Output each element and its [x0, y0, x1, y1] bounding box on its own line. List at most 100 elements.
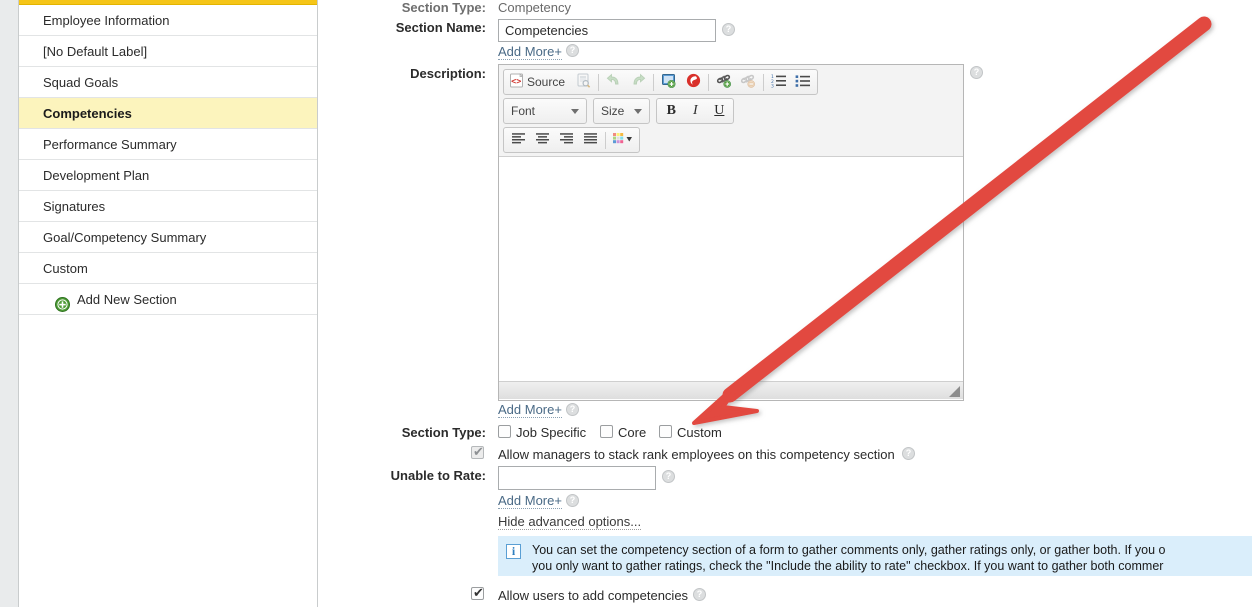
section-type-checkbox-label: Section Type:: [401, 425, 486, 440]
checkmark-icon: ✔: [473, 444, 484, 459]
help-circle-icon[interactable]: ?: [970, 66, 983, 79]
toolbar-separator: [605, 131, 606, 149]
checkbox-core[interactable]: [600, 425, 613, 438]
unlink-button[interactable]: [736, 71, 760, 93]
bold-button[interactable]: B: [659, 100, 683, 122]
section-name-add-more-link[interactable]: Add More+: [498, 44, 562, 60]
info-icon: i: [506, 544, 521, 559]
toolbar-separator: [708, 73, 710, 91]
underline-button[interactable]: U: [707, 100, 731, 122]
hide-advanced-options-link[interactable]: Hide advanced options...: [498, 514, 642, 530]
source-button[interactable]: <> Source: [506, 71, 571, 93]
sidebar-item-label: [No Default Label]: [43, 44, 148, 59]
sidebar-item-label: Competencies: [43, 106, 132, 121]
help-circle-icon[interactable]: ?: [662, 470, 675, 483]
description-rich-text-editor[interactable]: <> Source 1 2 3 Font Size B I U: [498, 64, 964, 401]
editor-toolbar-row-3: [503, 127, 959, 153]
unable-to-rate-input[interactable]: [498, 466, 656, 490]
sidebar-item-label: Development Plan: [43, 168, 150, 183]
add-new-section-label: Add New Section: [77, 292, 177, 307]
checkbox-stack-rank-label: Allow managers to stack rank employees o…: [498, 447, 895, 462]
undo-button[interactable]: [602, 71, 626, 93]
font-size-combo[interactable]: Size: [596, 100, 647, 122]
section-settings-form: Section Type: Competency Section Name: ?…: [318, 0, 1252, 607]
sidebar-item-goal-competency-summary[interactable]: Goal/Competency Summary: [19, 222, 317, 253]
description-label: Description:: [410, 66, 486, 81]
section-name-input[interactable]: [498, 19, 716, 42]
undo-icon: [606, 73, 622, 91]
toolbar-separator: [598, 73, 600, 91]
sidebar-item-label: Performance Summary: [43, 137, 177, 152]
align-left-icon: [511, 132, 526, 148]
align-right-button[interactable]: [554, 129, 578, 151]
bulleted-list-button[interactable]: [791, 71, 815, 93]
unlink-icon: [740, 73, 756, 91]
help-circle-icon[interactable]: ?: [566, 44, 579, 57]
text-style-group: B I U: [656, 98, 735, 124]
section-list-sidebar: Employee Information [No Default Label] …: [18, 0, 318, 607]
unable-to-rate-add-more-link[interactable]: Add More+: [498, 493, 562, 509]
font-combo-group: Font: [503, 98, 587, 124]
color-palette-icon: [612, 132, 634, 148]
editor-toolbar-row-1: <> Source 1 2 3: [503, 69, 959, 95]
help-circle-icon[interactable]: ?: [902, 447, 915, 460]
text-color-button[interactable]: [609, 129, 637, 151]
sidebar-item-no-default-label[interactable]: [No Default Label]: [19, 36, 317, 67]
help-circle-icon[interactable]: ?: [722, 23, 735, 36]
flash-icon: [686, 73, 701, 91]
checkbox-job-specific[interactable]: [498, 425, 511, 438]
help-circle-icon[interactable]: ?: [566, 494, 579, 507]
chevron-down-icon: [634, 108, 643, 114]
redo-icon: [630, 73, 646, 91]
sidebar-empty-area: [19, 315, 317, 583]
sidebar-item-signatures[interactable]: Signatures: [19, 191, 317, 222]
sidebar-item-squad-goals[interactable]: Squad Goals: [19, 67, 317, 98]
align-justify-button[interactable]: [578, 129, 602, 151]
link-button[interactable]: [712, 71, 736, 93]
italic-button[interactable]: I: [683, 100, 707, 122]
add-new-section-button[interactable]: Add New Section: [19, 284, 317, 315]
description-editor-body[interactable]: [499, 157, 963, 381]
sidebar-item-employee-information[interactable]: Employee Information: [19, 5, 317, 36]
underline-icon: U: [714, 103, 725, 118]
help-circle-icon[interactable]: ?: [693, 588, 706, 601]
svg-text:3: 3: [771, 83, 774, 88]
templates-icon: [576, 73, 591, 91]
templates-button[interactable]: [571, 71, 595, 93]
help-circle-icon[interactable]: ?: [566, 403, 579, 416]
section-type-static-value: Competency: [498, 0, 571, 15]
resize-grip-icon[interactable]: [949, 386, 960, 397]
sidebar-item-competencies[interactable]: Competencies: [19, 98, 317, 129]
checkbox-job-specific-label: Job Specific: [516, 425, 587, 440]
link-icon: [716, 73, 732, 91]
info-message-line-2: you only want to gather ratings, check t…: [532, 559, 1164, 573]
section-type-static-label: Section Type:: [401, 0, 486, 15]
bold-icon: B: [666, 103, 677, 118]
sidebar-item-label: Signatures: [43, 199, 106, 214]
sidebar-item-development-plan[interactable]: Development Plan: [19, 160, 317, 191]
checkbox-custom[interactable]: [659, 425, 672, 438]
unable-to-rate-label: Unable to Rate:: [390, 468, 486, 483]
redo-button[interactable]: [626, 71, 650, 93]
description-add-more-link[interactable]: Add More+: [498, 402, 562, 418]
editor-toolbar-row-2: Font Size B I U: [503, 98, 959, 124]
sidebar-item-performance-summary[interactable]: Performance Summary: [19, 129, 317, 160]
image-button[interactable]: [657, 71, 681, 93]
source-button-label: Source: [527, 75, 566, 89]
align-center-button[interactable]: [530, 129, 554, 151]
sidebar-item-custom[interactable]: Custom: [19, 253, 317, 284]
bulleted-list-icon: [795, 73, 811, 91]
sidebar-item-label: Goal/Competency Summary: [43, 230, 207, 245]
editor-toolbar: <> Source 1 2 3 Font Size B I U: [499, 65, 963, 157]
checkbox-allow-users-add-competencies[interactable]: ✔: [471, 586, 484, 600]
sidebar-item-label: Squad Goals: [43, 75, 119, 90]
checkbox-custom-label: Custom: [677, 425, 722, 440]
sidebar-item-label: Custom: [43, 261, 88, 276]
flash-button[interactable]: [681, 71, 705, 93]
sidebar-item-label: Employee Information: [43, 13, 170, 28]
align-left-button[interactable]: [506, 129, 530, 151]
plus-circle-icon: [55, 292, 70, 312]
font-family-combo[interactable]: Font: [506, 100, 584, 122]
numbered-list-button[interactable]: 1 2 3: [767, 71, 791, 93]
editor-toolbar-group-1: <> Source 1 2 3: [503, 69, 819, 95]
